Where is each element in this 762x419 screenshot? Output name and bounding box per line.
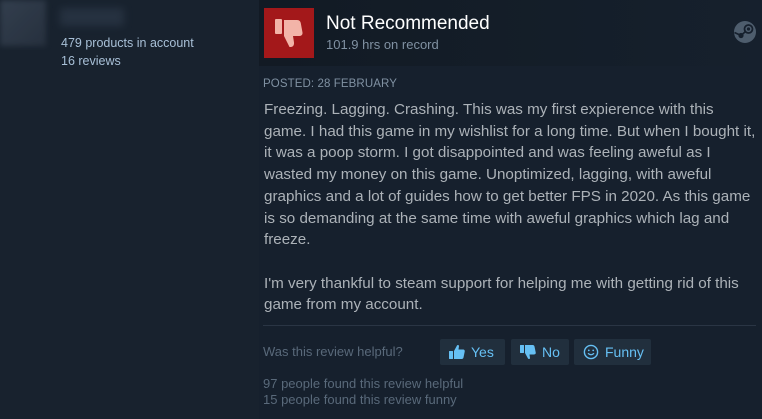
products-in-account[interactable]: 479 products in account (61, 34, 194, 52)
reviews-count[interactable]: 16 reviews (61, 52, 194, 70)
review-header: Not Recommended 101.9 hrs on record (259, 0, 762, 66)
review-body: Freezing. Lagging. Crashing. This was my… (264, 99, 759, 316)
avatar[interactable] (0, 0, 46, 46)
helpful-count: 97 people found this review helpful (263, 376, 464, 391)
funny-count: 15 people found this review funny (263, 391, 457, 407)
thumbs-down-icon (264, 8, 314, 58)
recommendation-title[interactable]: Not Recommended (326, 13, 490, 35)
hours-on-record: 101.9 hrs on record (326, 37, 439, 52)
review-panel: Not Recommended 101.9 hrs on record POST… (259, 0, 762, 419)
vote-funny-button[interactable]: Funny (574, 339, 651, 365)
review-paragraph: I'm very thankful to steam support for h… (264, 274, 739, 314)
review-paragraph: Freezing. Lagging. Crashing. This was my… (264, 101, 756, 249)
vote-no-button[interactable]: No (511, 339, 569, 365)
smiley-icon (582, 344, 600, 360)
divider (263, 325, 756, 326)
vote-yes-label: Yes (471, 344, 494, 360)
vote-no-label: No (542, 344, 560, 360)
steam-icon (733, 20, 757, 44)
posted-date: POSTED: 28 FEBRUARY (263, 78, 397, 90)
thumbs-up-icon (448, 344, 466, 360)
author-panel: 479 products in account 16 reviews (0, 0, 259, 419)
author-name-redacted[interactable] (60, 8, 124, 26)
thumbs-down-icon (519, 344, 537, 360)
vote-yes-button[interactable]: Yes (440, 339, 505, 365)
author-stats: 479 products in account 16 reviews (61, 34, 194, 70)
vote-funny-label: Funny (605, 344, 644, 360)
helpful-counts: 97 people found this review helpful 15 p… (263, 376, 463, 407)
helpful-prompt: Was this review helpful? (263, 344, 403, 359)
